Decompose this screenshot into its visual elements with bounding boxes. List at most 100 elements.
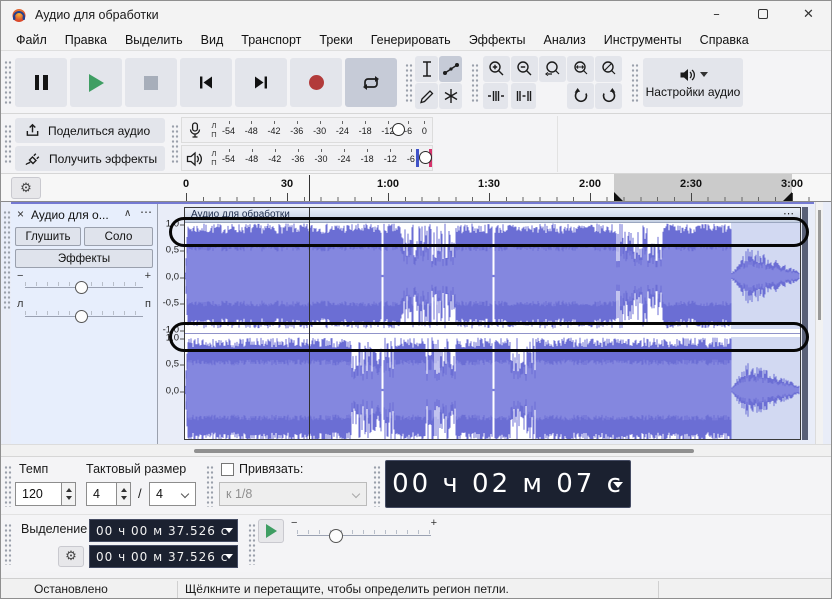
- track-name[interactable]: Аудио для о...: [31, 208, 119, 222]
- menu-item-effects[interactable]: Эффекты: [460, 33, 535, 47]
- zoom-toggle-icon: [601, 61, 615, 75]
- menu-item-generate[interactable]: Генерировать: [362, 33, 460, 47]
- track-close-icon[interactable]: ×: [17, 207, 24, 221]
- solo-button[interactable]: Соло: [84, 227, 153, 246]
- timeline-ruler[interactable]: ⚙ 0 30 1:00 1:30 2:00 2:30 3:00: [1, 174, 831, 202]
- track-collapse-icon[interactable]: ∧: [124, 208, 131, 219]
- play-volume-slider[interactable]: [419, 151, 432, 164]
- undo-button[interactable]: [567, 83, 594, 109]
- silence-selection-button[interactable]: [511, 83, 536, 109]
- close-button[interactable]: ✕: [786, 1, 831, 29]
- record-meter-channel-right: П: [211, 130, 217, 139]
- chevron-down-icon: [180, 489, 190, 499]
- effects-button[interactable]: Эффекты: [15, 249, 153, 268]
- gain-slider-thumb[interactable]: [75, 281, 88, 294]
- stop-button[interactable]: [125, 58, 177, 107]
- zoom-out-button[interactable]: [511, 56, 538, 82]
- play-button[interactable]: [70, 58, 122, 107]
- menu-item-file[interactable]: Файл: [7, 33, 56, 47]
- selection-tool-button[interactable]: [415, 56, 438, 82]
- minimize-button[interactable]: –: [694, 1, 739, 29]
- pause-icon: [34, 75, 48, 90]
- waveform-channel-2[interactable]: [185, 337, 800, 439]
- gain-minus-label: −: [17, 270, 24, 282]
- tempo-input[interactable]: [15, 482, 62, 506]
- toolbar-grip[interactable]: [4, 523, 12, 565]
- snap-checkbox[interactable]: [221, 463, 234, 476]
- toolbar-grip[interactable]: [4, 124, 12, 164]
- multi-tool-icon: [444, 89, 457, 103]
- draw-tool-button[interactable]: [415, 83, 438, 109]
- speed-slider-thumb[interactable]: [329, 529, 343, 543]
- toolbar-grip[interactable]: [4, 60, 12, 106]
- playback-meter[interactable]: Л П -54 -48 -42 -36 -30 -24 -18 -12 -6: [181, 145, 433, 171]
- time-signature-spinner[interactable]: [117, 482, 131, 506]
- speed-slider-track[interactable]: [297, 535, 431, 536]
- record-button[interactable]: [290, 58, 342, 107]
- horizontal-scrollbar[interactable]: [1, 444, 831, 456]
- scale-label: 0,5: [165, 358, 185, 370]
- speed-minus-label: −: [291, 517, 298, 529]
- menu-item-tools[interactable]: Инструменты: [595, 33, 691, 47]
- ruler-tick-label: 0: [182, 178, 190, 190]
- trim-outside-selection-button[interactable]: [483, 83, 508, 109]
- horizontal-scrollbar-thumb[interactable]: [194, 449, 694, 453]
- mute-button[interactable]: Глушить: [15, 227, 81, 246]
- play-icon: [265, 524, 277, 538]
- fit-project-button[interactable]: [567, 56, 594, 82]
- zoom-toggle-button[interactable]: [595, 56, 622, 82]
- loop-button[interactable]: [345, 58, 397, 107]
- menu-item-select[interactable]: Выделить: [116, 33, 192, 47]
- pan-slider-thumb[interactable]: [75, 310, 88, 323]
- toolbar-grip[interactable]: [171, 124, 179, 164]
- menu-item-view[interactable]: Вид: [192, 33, 233, 47]
- ruler-tick-label: 30: [280, 178, 294, 190]
- toolbar-grip[interactable]: [248, 523, 256, 565]
- fit-selection-button[interactable]: [539, 56, 566, 82]
- toolbar-grip[interactable]: [373, 465, 381, 507]
- menu-item-analyze[interactable]: Анализ: [535, 33, 595, 47]
- ruler-tick-label: 2:30: [679, 178, 703, 190]
- track-menu-icon[interactable]: ⋯: [140, 205, 152, 219]
- menu-item-tracks[interactable]: Треки: [310, 33, 361, 47]
- play-at-speed-button[interactable]: [258, 519, 284, 543]
- time-signature-lower-dropdown[interactable]: 4: [149, 482, 196, 506]
- toolbar-grip[interactable]: [405, 63, 413, 103]
- envelope-tool-button[interactable]: [439, 56, 462, 82]
- multi-tool-button[interactable]: [439, 83, 462, 109]
- get-effects-button[interactable]: Получить эффекты: [15, 146, 165, 171]
- menu-item-help[interactable]: Справка: [691, 33, 758, 47]
- selection-end-field[interactable]: 00 ч 00 м 37.526 с: [89, 545, 238, 568]
- snap-dropdown[interactable]: к 1/8: [219, 482, 367, 506]
- timeline-options-button[interactable]: ⚙: [11, 177, 41, 199]
- selection-start-field[interactable]: 00 ч 00 м 37.526 с: [89, 519, 238, 542]
- menu-item-transport[interactable]: Транспорт: [232, 33, 310, 47]
- record-volume-slider[interactable]: [392, 123, 405, 136]
- toolbar-grip[interactable]: [631, 63, 639, 103]
- share-audio-button[interactable]: Поделиться аудио: [15, 118, 165, 143]
- annotation-ellipse-2: [169, 322, 809, 352]
- toolbar-grip[interactable]: [471, 63, 479, 103]
- vertical-scrollbar[interactable]: [815, 202, 823, 444]
- track-grip[interactable]: [3, 210, 11, 310]
- toolbar-grip[interactable]: [206, 465, 214, 507]
- vertical-scrollbar-thumb[interactable]: [818, 210, 821, 320]
- menu-item-edit[interactable]: Правка: [56, 33, 116, 47]
- audio-setup-button[interactable]: Настройки аудио: [643, 58, 743, 107]
- zoom-in-button[interactable]: [483, 56, 510, 82]
- app-logo-icon: [12, 9, 26, 22]
- audio-position-display[interactable]: 00 ч 02 м 07 с: [385, 460, 631, 508]
- record-meter[interactable]: Л П -54 -48 -42 -36 -30 -24 -18 -12 -6 0: [181, 117, 433, 143]
- redo-button[interactable]: [595, 83, 622, 109]
- selection-options-button[interactable]: ⚙: [58, 546, 84, 567]
- toolbar-grip[interactable]: [4, 465, 12, 507]
- time-signature-upper-input[interactable]: [86, 482, 117, 506]
- pause-button[interactable]: [15, 58, 67, 107]
- skip-to-end-button[interactable]: [235, 58, 287, 107]
- title-bar: Аудио для обработки – ✕: [1, 1, 831, 29]
- skip-to-start-button[interactable]: [180, 58, 232, 107]
- playback-speed-slider[interactable]: − +: [289, 517, 439, 543]
- maximize-button[interactable]: [740, 1, 785, 29]
- tempo-spinner[interactable]: [62, 482, 76, 506]
- status-divider: [658, 581, 659, 598]
